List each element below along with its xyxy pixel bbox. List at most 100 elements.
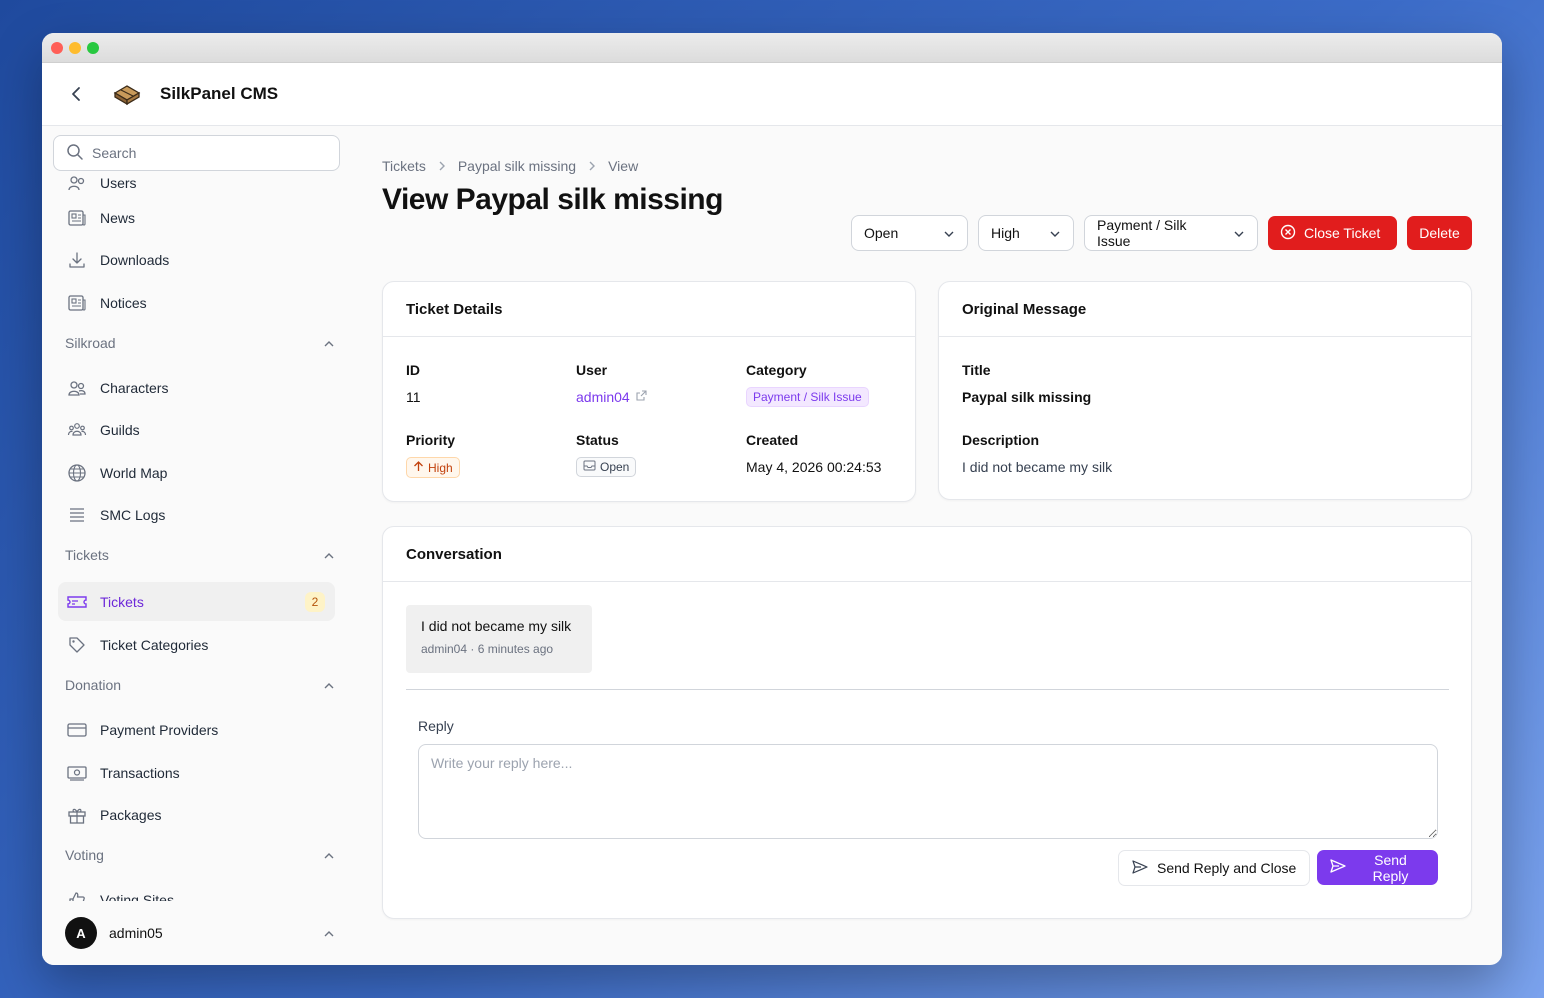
app-title: SilkPanel CMS	[160, 84, 279, 103]
group-header-donation[interactable]: Donation	[65, 670, 335, 700]
description-label: Description	[962, 432, 1040, 448]
status-value: Open	[600, 460, 630, 474]
send-icon	[1131, 859, 1149, 878]
ticket-user-link[interactable]: admin04	[576, 389, 648, 405]
minimize-window-button[interactable]	[69, 41, 81, 54]
ticket-icon	[66, 591, 88, 613]
breadcrumb-ticket[interactable]: Paypal silk missing	[458, 158, 576, 174]
sidebar: Users News Downloads Notices Silkroad Ch…	[42, 126, 352, 965]
sidebar-item-smc-logs[interactable]: SMC Logs	[58, 496, 335, 534]
search-box[interactable]	[53, 135, 340, 171]
sidebar-item-ticket-categories[interactable]: Ticket Categories	[58, 626, 335, 664]
sidebar-item-label: Downloads	[100, 252, 170, 268]
send-reply-button[interactable]: Send Reply	[1317, 850, 1438, 885]
message-title: Paypal silk missing	[962, 389, 1092, 405]
chevron-up-icon	[323, 677, 335, 693]
status-pill: Open	[576, 457, 637, 477]
breadcrumb-tickets[interactable]: Tickets	[382, 158, 426, 174]
chevron-down-icon	[1233, 225, 1245, 241]
message-bubble: I did not became my silk admin04 · 6 min…	[406, 605, 592, 673]
delete-button[interactable]: Delete	[1407, 216, 1472, 250]
inbox-icon	[583, 460, 596, 474]
ticket-details-card: Ticket Details ID 11 User admin04 Catego…	[382, 281, 916, 502]
sidebar-item-transactions[interactable]: Transactions	[58, 754, 335, 792]
reply-label: Reply	[418, 718, 454, 734]
chevron-right-icon	[588, 158, 596, 174]
sidebar-item-users[interactable]: Users	[58, 171, 335, 202]
status-select[interactable]: Open	[851, 215, 968, 251]
card-heading: Conversation	[383, 527, 1471, 582]
status-select-value: Open	[864, 225, 899, 241]
ticket-id: 11	[406, 389, 421, 405]
sidebar-item-downloads[interactable]: Downloads	[58, 241, 335, 279]
send-reply-and-close-button[interactable]: Send Reply and Close	[1118, 850, 1310, 886]
sidebar-item-notices[interactable]: Notices	[58, 284, 335, 322]
download-icon	[66, 249, 88, 271]
sidebar-item-payment-providers[interactable]: Payment Providers	[58, 711, 335, 749]
title-label: Title	[962, 362, 991, 378]
card-heading: Original Message	[939, 282, 1471, 337]
category-badge: Payment / Silk Issue	[746, 387, 869, 407]
close-window-button[interactable]	[51, 41, 63, 54]
created-value: May 4, 2026 00:24:53	[746, 459, 882, 475]
credit-card-icon	[66, 719, 88, 741]
chevron-up-icon	[323, 547, 335, 563]
priority-select[interactable]: High	[978, 215, 1074, 251]
sidebar-item-label: SMC Logs	[100, 507, 166, 523]
status-badge: Open	[576, 457, 637, 477]
user-menu[interactable]: A admin05	[65, 913, 335, 953]
tickets-count-badge: 2	[305, 591, 325, 612]
newspaper-icon	[66, 207, 88, 229]
category-select-value: Payment / Silk Issue	[1097, 217, 1187, 249]
sidebar-item-label: World Map	[100, 465, 168, 481]
send-reply-label: Send Reply	[1372, 851, 1409, 884]
chevron-down-icon	[943, 225, 955, 241]
sidebar-item-packages[interactable]: Packages	[58, 796, 335, 834]
ticket-actions: Open High Payment / Silk Issue Close Tic…	[851, 215, 1472, 251]
breadcrumb: Tickets Paypal silk missing View	[382, 158, 638, 174]
sidebar-item-tickets[interactable]: Tickets 2	[58, 582, 335, 621]
close-ticket-button[interactable]: Close Ticket	[1268, 216, 1397, 250]
back-icon[interactable]	[66, 84, 86, 104]
group-label: Silkroad	[65, 335, 116, 351]
group-header-voting[interactable]: Voting	[65, 840, 335, 870]
category-select[interactable]: Payment / Silk Issue	[1084, 215, 1258, 251]
chevron-down-icon	[1049, 225, 1061, 241]
list-icon	[66, 504, 88, 526]
category-label: Category	[746, 362, 807, 378]
sidebar-nav[interactable]: Users News Downloads Notices Silkroad Ch…	[42, 171, 352, 901]
sidebar-item-voting-sites[interactable]: Voting Sites	[58, 881, 335, 901]
external-link-icon	[635, 389, 648, 405]
sidebar-item-guilds[interactable]: Guilds	[58, 411, 335, 449]
message-text: I did not became my silk	[421, 618, 572, 634]
send-icon	[1329, 858, 1347, 877]
sidebar-item-news[interactable]: News	[58, 199, 335, 237]
user-label: User	[576, 362, 608, 378]
thumbs-up-icon	[66, 889, 88, 901]
group-header-silkroad[interactable]: Silkroad	[65, 328, 335, 358]
original-message-card: Original Message Title Paypal silk missi…	[938, 281, 1472, 500]
app-header: SilkPanel CMS	[42, 63, 1502, 126]
user-name: admin05	[109, 925, 163, 941]
avatar: A	[65, 917, 97, 949]
priority-badge: High	[406, 457, 460, 478]
x-circle-icon	[1280, 224, 1296, 243]
group-label: Donation	[65, 677, 122, 693]
chevron-up-icon	[323, 847, 335, 863]
priority-select-value: High	[991, 225, 1020, 241]
sidebar-item-label: Notices	[100, 295, 147, 311]
sidebar-item-label: Guilds	[100, 422, 140, 438]
message-meta: admin04 · 6 minutes ago	[421, 642, 554, 656]
chevron-up-icon	[323, 335, 335, 351]
reply-textarea[interactable]	[418, 744, 1438, 839]
send-reply-and-close-label: Send Reply and Close	[1157, 860, 1297, 876]
sidebar-item-label: Characters	[100, 380, 169, 396]
group-header-tickets[interactable]: Tickets	[65, 540, 335, 570]
created-label: Created	[746, 432, 799, 448]
search-input[interactable]	[92, 145, 322, 161]
sidebar-item-world-map[interactable]: World Map	[58, 454, 335, 492]
sidebar-item-characters[interactable]: Characters	[58, 369, 335, 407]
arrow-up-icon	[413, 460, 424, 475]
maximize-window-button[interactable]	[87, 41, 99, 54]
globe-icon	[66, 462, 88, 484]
